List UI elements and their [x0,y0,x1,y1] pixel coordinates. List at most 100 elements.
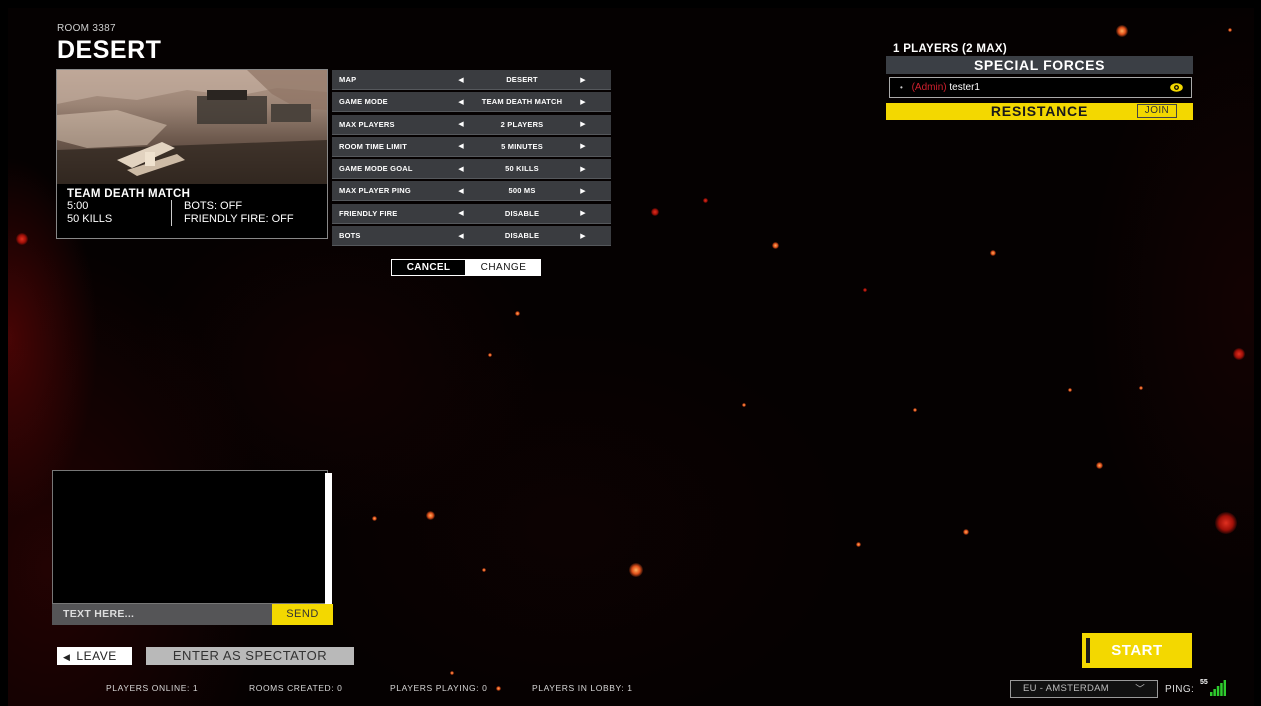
leave-button[interactable]: ◀ LEAVE [57,647,132,665]
join-team-button[interactable]: JOIN [1137,104,1177,118]
leave-label: LEAVE [76,649,117,663]
ping-label: PING: [1165,684,1195,695]
map-summary: TEAM DEATH MATCH 5:00 BOTS: OFF 50 KILLS… [57,185,327,238]
arrow-left-icon[interactable]: ◀ [450,232,472,240]
ember-particle [1068,388,1072,392]
ember-particle [372,516,377,521]
ember-particle [772,242,779,249]
ember-particle [1096,462,1103,469]
arrow-left-icon[interactable]: ◀ [450,142,472,150]
arrow-right-icon[interactable]: ▶ [572,187,594,195]
region-select[interactable]: EU - AMSTERDAM ﹀ [1010,680,1158,698]
arrow-right-icon[interactable]: ▶ [572,98,594,106]
setting-value: 5 MINUTES [501,141,543,151]
ember-particle [913,408,917,412]
setting-friendly-fire: FRIENDLY FIRE ◀ DISABLE ▶ [332,203,611,224]
setting-label: MAP [339,75,357,84]
cancel-button[interactable]: CANCEL [391,259,466,276]
setting-bots: BOTS ◀ DISABLE ▶ [332,226,611,247]
room-name: DESERT [57,36,162,64]
setting-value: DISABLE [504,231,540,241]
setting-label: BOTS [339,231,361,241]
ember-particle [856,542,861,547]
bullet-icon: • [900,83,903,92]
enter-spectator-button[interactable]: ENTER AS SPECTATOR [146,647,354,665]
bots-value: BOTS: OFF [184,200,243,212]
map-preview-image [57,70,327,184]
friendly-fire-value: FRIENDLY FIRE: OFF [184,213,294,225]
stat-rooms-created: ROOMS CREATED: 0 [249,683,343,693]
ember-particle [990,250,996,256]
stat-players-playing: PLAYERS PLAYING: 0 [390,683,488,693]
map-summary-row: 5:00 BOTS: OFF [67,200,317,213]
ember-particle [863,288,867,292]
arrow-left-icon[interactable]: ◀ [450,209,472,217]
setting-label: ROOM TIME LIMIT [339,141,407,151]
ember-particle [496,686,501,691]
setting-max-player-ping: MAX PLAYER PING ◀ 500 MS ▶ [332,181,611,202]
setting-label: FRIENDLY FIRE [339,208,398,218]
arrow-right-icon[interactable]: ▶ [572,142,594,150]
setting-value: 50 KILLS [505,164,539,174]
change-button[interactable]: CHANGE [466,259,541,276]
chat-log [52,470,328,604]
setting-room-time-limit: ROOM TIME LIMIT ◀ 5 MINUTES ▶ [332,136,611,157]
player-role: (Admin) [911,82,947,93]
arrow-right-icon[interactable]: ▶ [572,165,594,173]
ember-particle [1116,25,1128,37]
start-button[interactable]: START [1082,633,1192,668]
ember-particle [963,529,969,535]
setting-label: GAME MODE GOAL [339,164,413,174]
setting-value: DESERT [506,75,538,84]
room-number: ROOM 3387 [57,23,116,34]
ember-particle [482,568,486,572]
setting-game-mode: GAME MODE ◀ TEAM DEATH MATCH ▶ [332,92,611,113]
eye-icon[interactable] [1170,83,1183,92]
arrow-left-icon[interactable]: ◀ [450,76,472,84]
arrow-left-icon[interactable]: ◀ [450,120,472,128]
kills-value: 50 KILLS [67,213,172,226]
signal-strength-icon [1210,680,1226,696]
arrow-left-icon[interactable]: ◀ [450,98,472,106]
setting-label: MAX PLAYER PING [339,186,411,196]
chat-scrollbar[interactable] [325,473,332,607]
arrow-right-icon[interactable]: ▶ [572,76,594,84]
send-button[interactable]: SEND [272,604,333,625]
setting-label: GAME MODE [339,97,388,107]
chevron-left-icon: ◀ [63,652,71,662]
ember-particle [1228,28,1232,32]
stat-players-online: PLAYERS ONLINE: 1 [106,683,199,693]
chat-input[interactable]: TEXT HERE... [52,604,272,625]
setting-value: TEAM DEATH MATCH [481,97,563,107]
ember-particle [1233,348,1245,360]
setting-map: MAP ◀ DESERT ▶ [332,70,611,90]
arrow-right-icon[interactable]: ▶ [572,120,594,128]
team-special-forces-header: SPECIAL FORCES [886,56,1193,74]
map-mode-label: TEAM DEATH MATCH [67,188,191,200]
ember-particle [426,511,435,520]
ember-particle [629,563,643,577]
setting-label: MAX PLAYERS [339,119,395,129]
ember-particle [16,233,28,245]
stat-players-in-lobby: PLAYERS IN LOBBY: 1 [532,683,633,693]
ember-particle [515,311,520,316]
ember-particle [742,403,746,407]
setting-value: 500 MS [508,186,536,196]
arrow-left-icon[interactable]: ◀ [450,165,472,173]
player-name: tester1 [949,82,980,93]
arrow-right-icon[interactable]: ▶ [572,209,594,217]
setting-value: 2 PLAYERS [500,119,544,129]
ember-particle [1215,512,1237,534]
time-value: 5:00 [67,200,172,213]
setting-value: DISABLE [504,208,540,218]
start-marker-icon [1086,638,1090,663]
ping-value: 55 [1200,679,1208,686]
player-row: • (Admin) tester1 [889,77,1192,98]
ember-particle [488,353,492,357]
setting-max-players: MAX PLAYERS ◀ 2 PLAYERS ▶ [332,114,611,135]
arrow-left-icon[interactable]: ◀ [450,187,472,195]
arrow-right-icon[interactable]: ▶ [572,232,594,240]
ember-particle [651,208,659,216]
map-card: TEAM DEATH MATCH 5:00 BOTS: OFF 50 KILLS… [56,69,328,239]
map-summary-row: 50 KILLS FRIENDLY FIRE: OFF [67,213,317,226]
